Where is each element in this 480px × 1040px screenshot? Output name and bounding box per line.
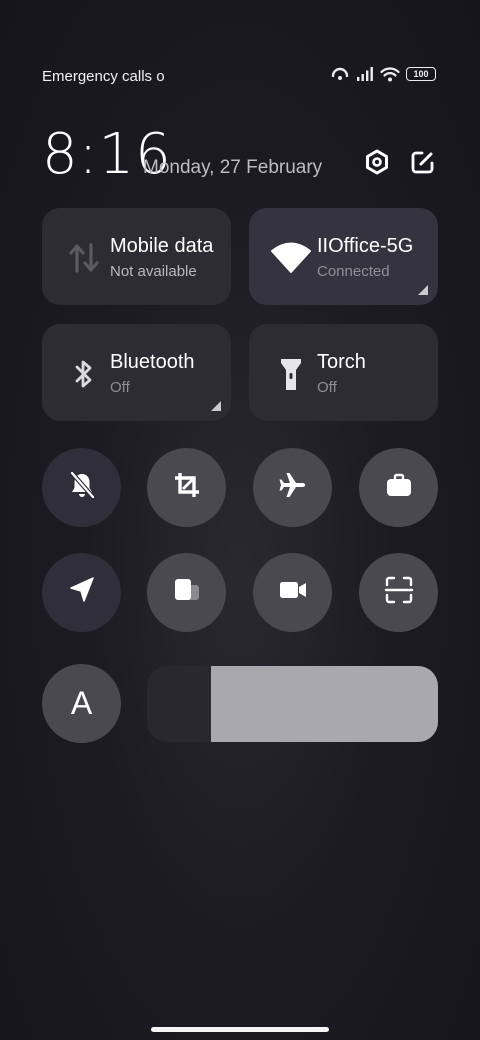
battery-icon: 100 [406, 67, 436, 81]
toggle-work-mode[interactable] [359, 448, 438, 527]
toggle-floating-window[interactable] [147, 553, 226, 632]
location-arrow-icon [67, 575, 97, 610]
toggle-scanner[interactable] [359, 553, 438, 632]
home-indicator[interactable] [151, 1027, 329, 1032]
signal-icon [356, 66, 374, 82]
tile-subtitle: Not available [110, 263, 197, 280]
tile-subtitle: Off [110, 379, 130, 396]
mobile-data-icon [64, 238, 104, 278]
settings-icon [364, 149, 390, 180]
briefcase-icon [384, 470, 414, 505]
floating-window-icon [172, 575, 202, 610]
date: Monday, 27 February [143, 157, 323, 178]
tile-torch[interactable]: Torch Off [249, 324, 438, 421]
tile-mobile-data[interactable]: Mobile data Not available [42, 208, 231, 305]
status-text: Emergency calls o [42, 68, 165, 85]
torch-icon [271, 354, 311, 394]
brightness-fill[interactable] [211, 666, 438, 742]
video-camera-icon [278, 575, 308, 610]
settings-button[interactable] [363, 149, 391, 180]
wifi-icon [271, 238, 311, 278]
tile-bluetooth[interactable]: Bluetooth Off [42, 324, 231, 421]
toggle-silent[interactable] [42, 448, 121, 527]
expand-corner-icon[interactable] [418, 285, 428, 295]
tile-title: Torch [317, 351, 366, 373]
tile-title: Mobile data [110, 235, 214, 257]
tile-wifi[interactable]: IIOffice-5G Connected [249, 208, 438, 305]
hotspot-icon [330, 66, 350, 82]
status-icons: 100 [330, 66, 436, 82]
bell-off-icon [67, 470, 97, 505]
brightness-slider[interactable] [147, 666, 438, 742]
font-size-button[interactable]: A [42, 664, 121, 743]
font-size-label: A [70, 685, 93, 721]
toggle-screen-recorder[interactable] [253, 553, 332, 632]
toggle-location[interactable] [42, 553, 121, 632]
airplane-icon [278, 470, 308, 505]
wifi-status-icon [380, 66, 400, 82]
scan-icon [384, 575, 414, 610]
bluetooth-icon [64, 354, 104, 394]
toggle-airplane-mode[interactable] [253, 448, 332, 527]
tile-subtitle: Connected [317, 263, 390, 280]
edit-icon [410, 149, 436, 180]
edit-button[interactable] [409, 150, 437, 178]
expand-corner-icon[interactable] [211, 401, 221, 411]
status-bar: Emergency calls o 100 [42, 66, 436, 88]
crop-icon [172, 470, 202, 505]
tile-title: Bluetooth [110, 351, 195, 373]
toggle-screenshot[interactable] [147, 448, 226, 527]
tile-title: IIOffice-5G [317, 235, 414, 257]
tile-subtitle: Off [317, 379, 337, 396]
